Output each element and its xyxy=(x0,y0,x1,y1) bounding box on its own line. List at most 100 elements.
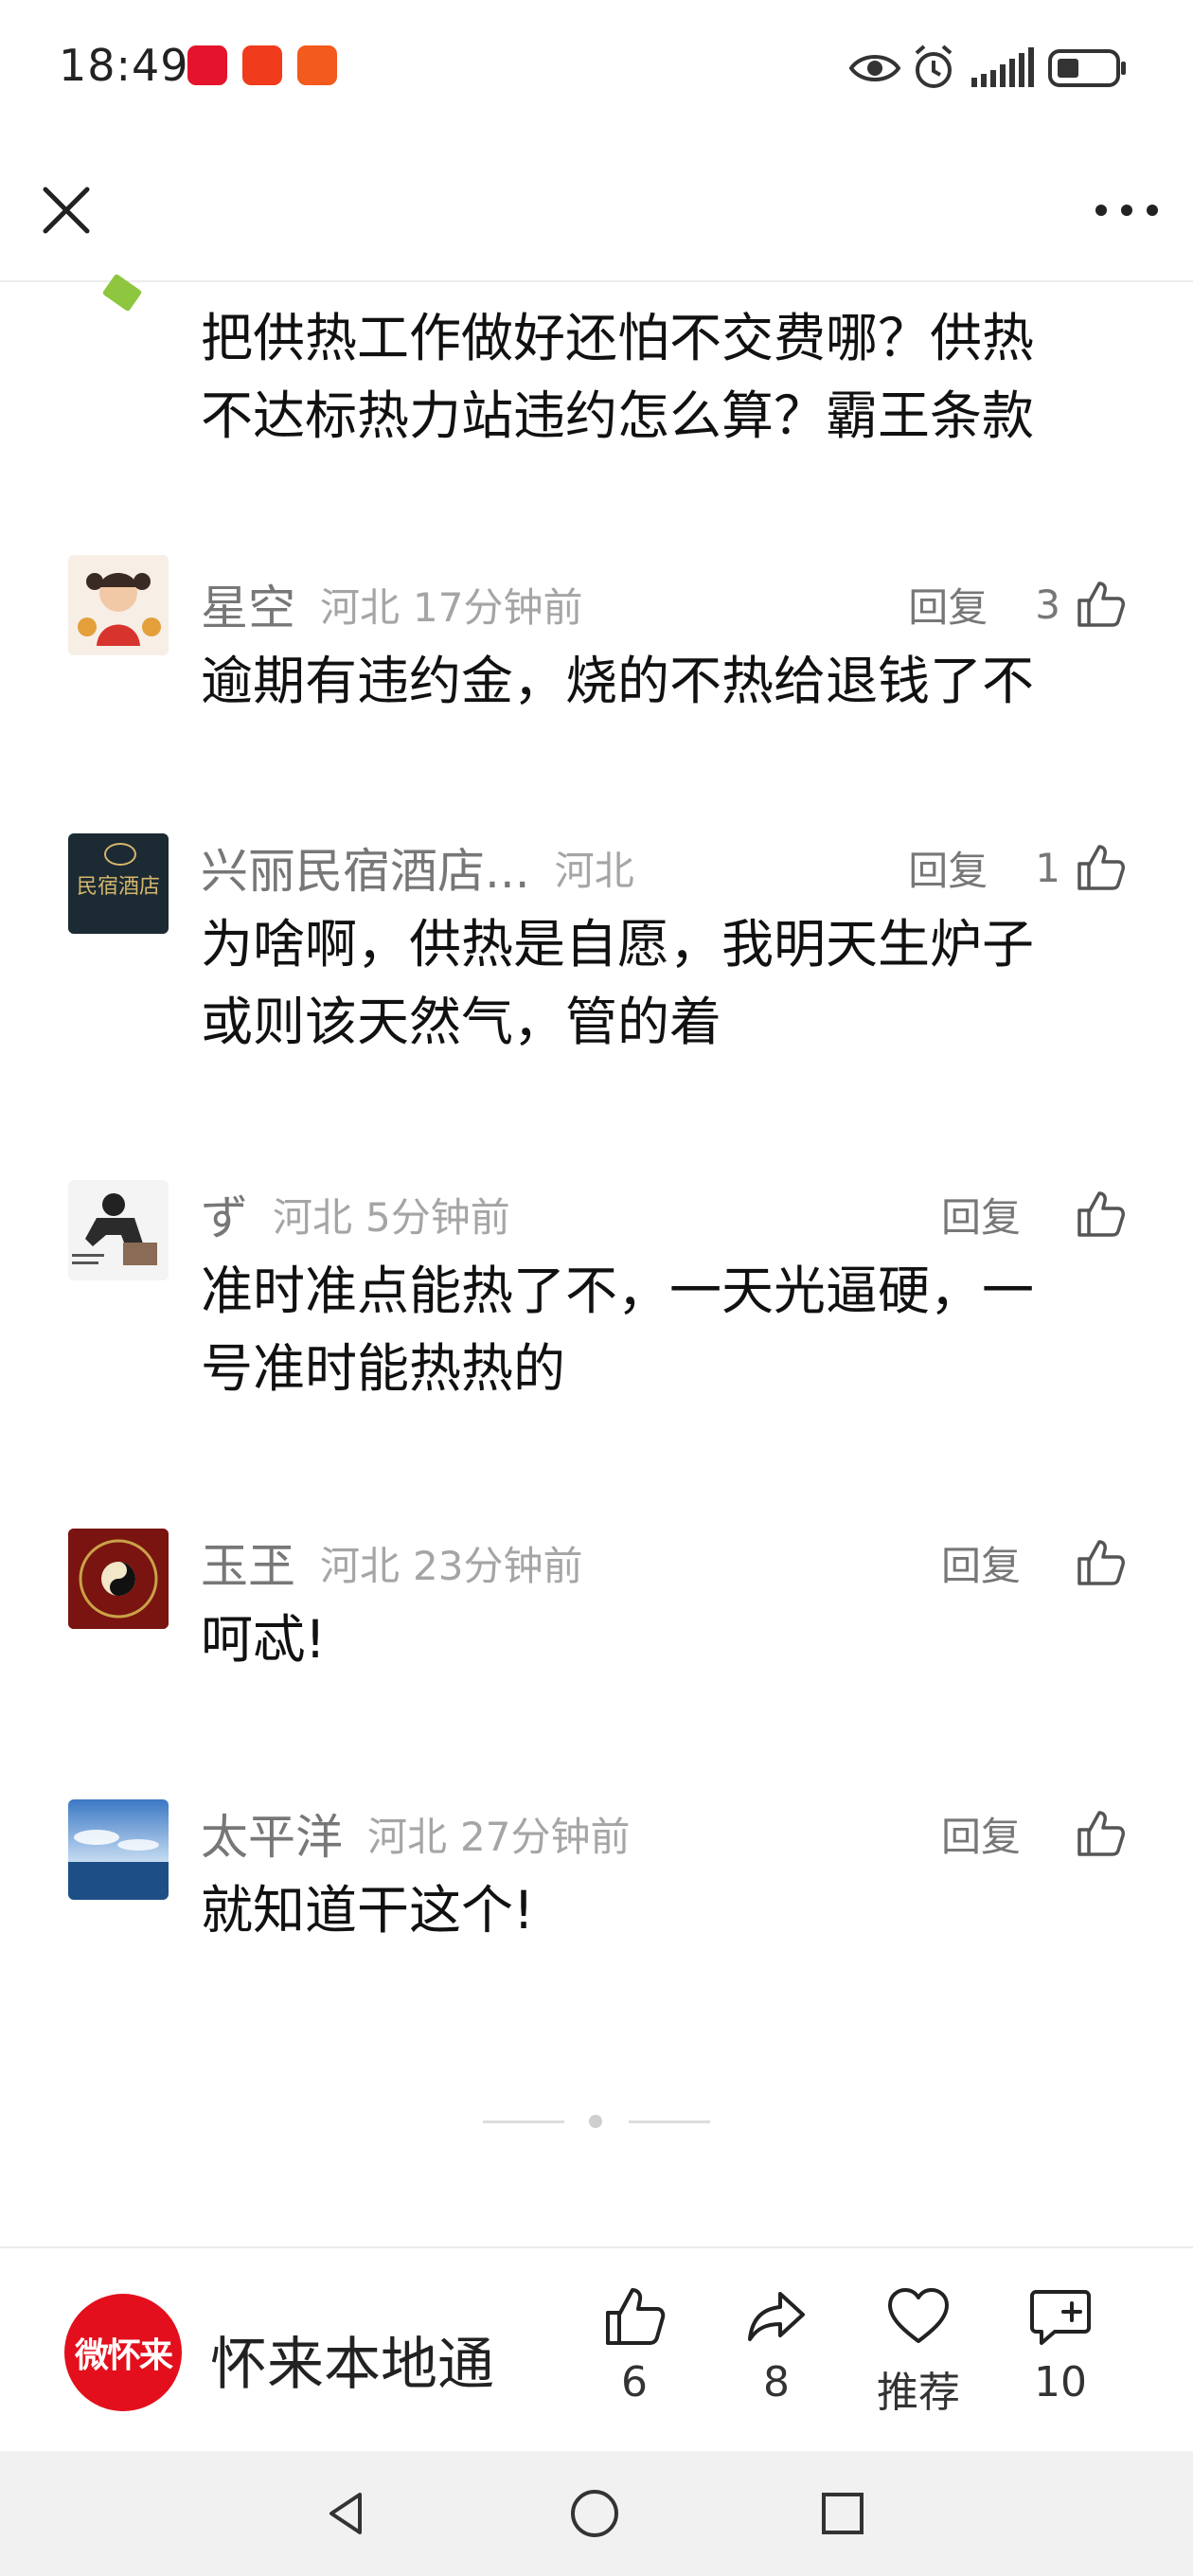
avatar[interactable] xyxy=(68,555,169,655)
heart-icon xyxy=(888,2288,949,2343)
comment-author[interactable]: 星空 xyxy=(201,570,295,638)
comment-actions: 回复 xyxy=(941,1186,1127,1243)
avatar[interactable]: 民宿酒店 xyxy=(68,833,169,934)
comment-line: 为啥啊，供热是自愿，我明天生炉子 xyxy=(201,914,1035,975)
reply-button[interactable]: 回复 xyxy=(908,576,988,634)
alarm-icon xyxy=(915,45,953,88)
close-icon xyxy=(43,187,90,234)
comment-time: 27分钟前 xyxy=(460,1813,631,1860)
avatar-image xyxy=(68,1799,169,1900)
eye-icon xyxy=(848,55,901,81)
avatar[interactable] xyxy=(68,1799,169,1900)
share-count: 8 xyxy=(763,2358,790,2406)
home-button[interactable] xyxy=(566,2485,623,2542)
app-notification-icon xyxy=(297,45,337,85)
brand-name[interactable]: 怀来本地通 xyxy=(210,2318,494,2401)
comment-header: 太平洋 河北 27分钟前 xyxy=(201,1805,631,1865)
comment-actions: 回复 xyxy=(941,1805,1127,1862)
comment-button[interactable]: 10 xyxy=(1004,2282,1117,2406)
comment-line: 呵忒! xyxy=(201,1609,327,1670)
comment-header: 玉玊 河北 23分钟前 xyxy=(201,1534,583,1594)
comment-line: 把供热工作做好还怕不交费哪？供热 xyxy=(201,308,1035,368)
comment-time: 5分钟前 xyxy=(365,1193,510,1241)
comment-actions: 回复 1 xyxy=(908,839,1127,896)
avatar-text: 民宿酒店 xyxy=(76,875,160,899)
comment-text: 就知道干这个! xyxy=(201,1871,1110,1949)
recents-square-icon xyxy=(822,2493,864,2534)
recents-button[interactable] xyxy=(814,2485,871,2542)
share-icon xyxy=(748,2292,805,2341)
comment-line: 就知道干这个! xyxy=(201,1880,535,1941)
reply-button[interactable]: 回复 xyxy=(941,1805,1021,1863)
avatar[interactable] xyxy=(68,1529,169,1629)
back-button[interactable] xyxy=(318,2485,375,2542)
comment-text: 为啥啊，供热是自愿，我明天生炉子 或则该天然气，管的着 xyxy=(201,905,1110,1061)
comment-text: 呵忒! xyxy=(201,1601,1110,1678)
bottom-action-bar: 微怀来 怀来本地通 6 8 推荐 10 xyxy=(0,2246,1193,2453)
reply-button[interactable]: 回复 xyxy=(908,839,988,897)
comment-location: 河北 xyxy=(320,1542,401,1589)
recommend-button[interactable]: 推荐 xyxy=(862,2282,975,2419)
comment-author[interactable]: 兴丽民宿酒店... xyxy=(201,833,530,902)
like-button[interactable]: 6 xyxy=(578,2282,691,2406)
recommend-label: 推荐 xyxy=(877,2369,960,2417)
comment-header: 兴丽民宿酒店... 河北 xyxy=(201,839,634,899)
comment-author[interactable]: 太平洋 xyxy=(201,1799,343,1868)
comment-time: 17分钟前 xyxy=(413,583,583,631)
top-nav-bar xyxy=(0,133,1193,282)
reply-button[interactable]: 回复 xyxy=(941,1186,1021,1243)
comment-count: 10 xyxy=(1034,2358,1087,2406)
avatar-emblem xyxy=(104,843,136,866)
status-bar: 18:49 xyxy=(0,0,1193,133)
thumbs-up-icon[interactable] xyxy=(1074,1536,1127,1589)
comment-header: 星空 河北 17分钟前 xyxy=(201,576,583,635)
comment-actions: 回复 3 xyxy=(908,576,1127,633)
close-button[interactable] xyxy=(32,176,100,244)
avatar[interactable] xyxy=(68,1180,169,1280)
signal-icon xyxy=(971,47,1034,87)
divider xyxy=(483,2120,564,2123)
comment-line: 或则该天然气，管的着 xyxy=(201,992,722,1052)
comment-line: 准时准点能热了不，一天光逼硬，一 xyxy=(201,1261,1035,1321)
comment-text: 把供热工作做好还怕不交费哪？供热 不达标热力站违约怎么算？霸王条款 xyxy=(201,299,1110,455)
status-time: 18:49 xyxy=(59,40,189,91)
comment-line: 逾期有违约金，烧的不热给退钱了不 xyxy=(201,651,1035,711)
thumbs-up-icon[interactable] xyxy=(1074,578,1127,631)
app-notification-icon xyxy=(242,45,282,85)
comment-actions: 回复 xyxy=(941,1534,1127,1591)
comment-add-icon xyxy=(1030,2290,1091,2345)
system-nav-bar xyxy=(0,2451,1193,2576)
divider xyxy=(629,2120,710,2123)
comment-line: 号准时能热热的 xyxy=(201,1338,566,1399)
pager-dot xyxy=(589,2115,602,2128)
thumbs-up-icon[interactable] xyxy=(1074,841,1127,894)
app-notification-icon xyxy=(187,45,227,85)
thumbs-up-icon[interactable] xyxy=(1074,1188,1127,1241)
like-count: 1 xyxy=(1035,844,1060,891)
comment-author[interactable]: 玉玊 xyxy=(201,1529,295,1597)
more-options-button[interactable] xyxy=(1089,182,1165,239)
comment-location: 河北 xyxy=(367,1813,448,1860)
comment-text: 准时准点能热了不，一天光逼硬，一 号准时能热热的 xyxy=(201,1252,1110,1407)
avatar-image xyxy=(68,555,169,655)
more-dots-icon xyxy=(1095,205,1158,216)
comment-location: 河北 xyxy=(554,847,634,894)
reply-button[interactable]: 回复 xyxy=(941,1534,1021,1592)
comment-line: 不达标热力站违约怎么算？霸王条款 xyxy=(201,385,1035,446)
like-count: 3 xyxy=(1035,581,1060,628)
back-triangle-icon xyxy=(329,2493,362,2534)
comment-location: 河北 xyxy=(273,1193,353,1241)
thumbs-up-icon[interactable] xyxy=(1074,1807,1127,1860)
end-of-list-indicator xyxy=(0,2112,1193,2131)
brand-logo[interactable]: 微怀来 xyxy=(64,2294,182,2411)
brand-logo-text: 微怀来 xyxy=(74,2336,173,2375)
comment-time: 23分钟前 xyxy=(413,1542,583,1589)
comment-header: ず 河北 5分钟前 xyxy=(201,1186,510,1245)
home-circle-icon xyxy=(571,2490,618,2537)
like-count: 6 xyxy=(621,2358,648,2406)
avatar-image xyxy=(68,1180,169,1280)
comment-author[interactable]: ず xyxy=(201,1180,248,1248)
share-button[interactable]: 8 xyxy=(720,2282,833,2406)
avatar-image xyxy=(68,1529,169,1629)
comment-text: 逾期有违约金，烧的不热给退钱了不 xyxy=(201,642,1110,720)
